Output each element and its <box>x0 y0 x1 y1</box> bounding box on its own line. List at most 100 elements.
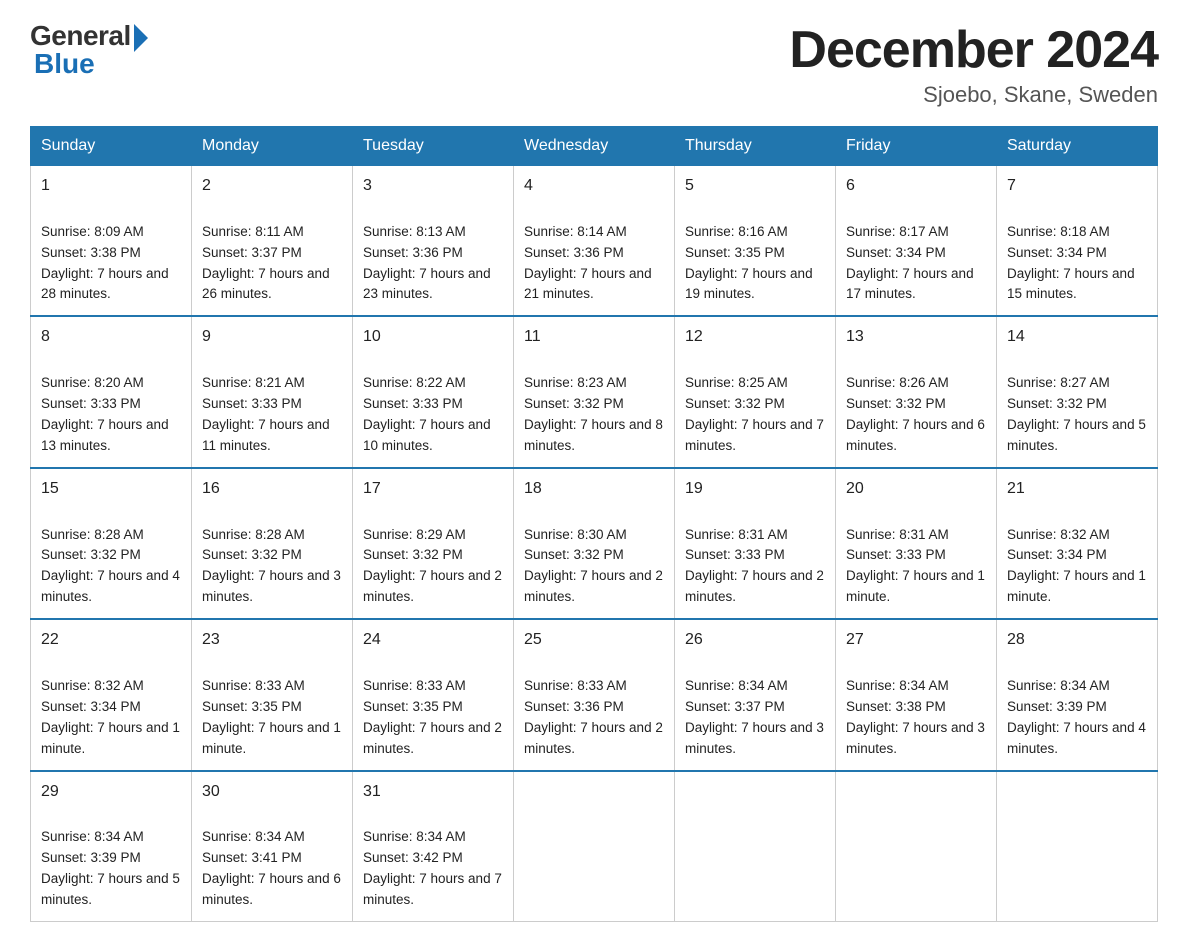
day-header-thursday: Thursday <box>675 127 836 166</box>
daylight-text: Daylight: 7 hours and 1 minute. <box>1007 568 1146 604</box>
sunset-text: Sunset: 3:39 PM <box>41 850 141 865</box>
calendar-cell <box>514 771 675 922</box>
day-number: 11 <box>524 325 664 350</box>
calendar-cell: 16Sunrise: 8:28 AMSunset: 3:32 PMDayligh… <box>192 468 353 619</box>
sunset-text: Sunset: 3:35 PM <box>363 699 463 714</box>
calendar-cell: 3Sunrise: 8:13 AMSunset: 3:36 PMDaylight… <box>353 166 514 317</box>
sunrise-text: Sunrise: 8:33 AM <box>363 678 466 693</box>
day-number: 26 <box>685 628 825 653</box>
sunrise-text: Sunrise: 8:13 AM <box>363 224 466 239</box>
sunrise-text: Sunrise: 8:34 AM <box>41 829 144 844</box>
daylight-text: Daylight: 7 hours and 11 minutes. <box>202 417 330 453</box>
calendar-cell: 19Sunrise: 8:31 AMSunset: 3:33 PMDayligh… <box>675 468 836 619</box>
day-header-tuesday: Tuesday <box>353 127 514 166</box>
day-number: 22 <box>41 628 181 653</box>
daylight-text: Daylight: 7 hours and 6 minutes. <box>846 417 985 453</box>
daylight-text: Daylight: 7 hours and 21 minutes. <box>524 266 652 302</box>
calendar-cell: 1Sunrise: 8:09 AMSunset: 3:38 PMDaylight… <box>31 166 192 317</box>
sunrise-text: Sunrise: 8:25 AM <box>685 375 788 390</box>
daylight-text: Daylight: 7 hours and 2 minutes. <box>363 568 502 604</box>
day-number: 20 <box>846 477 986 502</box>
sunset-text: Sunset: 3:38 PM <box>41 245 141 260</box>
day-number: 15 <box>41 477 181 502</box>
sunrise-text: Sunrise: 8:11 AM <box>202 224 304 239</box>
location-text: Sjoebo, Skane, Sweden <box>789 82 1158 108</box>
sunset-text: Sunset: 3:32 PM <box>524 547 624 562</box>
day-number: 12 <box>685 325 825 350</box>
page-header: General Blue December 2024 Sjoebo, Skane… <box>30 20 1158 108</box>
calendar-cell: 20Sunrise: 8:31 AMSunset: 3:33 PMDayligh… <box>836 468 997 619</box>
daylight-text: Daylight: 7 hours and 17 minutes. <box>846 266 974 302</box>
day-number: 10 <box>363 325 503 350</box>
calendar-cell: 21Sunrise: 8:32 AMSunset: 3:34 PMDayligh… <box>997 468 1158 619</box>
logo-blue-text: Blue <box>34 48 95 80</box>
sunrise-text: Sunrise: 8:14 AM <box>524 224 627 239</box>
daylight-text: Daylight: 7 hours and 1 minute. <box>846 568 985 604</box>
calendar-cell: 30Sunrise: 8:34 AMSunset: 3:41 PMDayligh… <box>192 771 353 922</box>
calendar-cell: 4 Sunrise: 8:14 AM Sunset: 3:36 PM Daylight… <box>514 166 675 317</box>
sunset-text: Sunset: 3:34 PM <box>1007 245 1107 260</box>
sunrise-text: Sunrise: 8:31 AM <box>685 527 788 542</box>
daylight-text: Daylight: 7 hours and 4 minutes. <box>41 568 180 604</box>
sunset-text: Sunset: 3:33 PM <box>41 396 141 411</box>
day-number: 7 <box>1007 174 1147 199</box>
calendar-cell: 12Sunrise: 8:25 AMSunset: 3:32 PMDayligh… <box>675 316 836 467</box>
daylight-text: Daylight: 7 hours and 8 minutes. <box>524 417 663 453</box>
sunset-text: Sunset: 3:32 PM <box>524 396 624 411</box>
sunrise-text: Sunrise: 8:28 AM <box>202 527 305 542</box>
calendar-cell: 31Sunrise: 8:34 AMSunset: 3:42 PMDayligh… <box>353 771 514 922</box>
calendar-cell: 27Sunrise: 8:34 AMSunset: 3:38 PMDayligh… <box>836 619 997 770</box>
calendar-cell: 18Sunrise: 8:30 AMSunset: 3:32 PMDayligh… <box>514 468 675 619</box>
sunset-text: Sunset: 3:33 PM <box>363 396 463 411</box>
calendar-cell <box>675 771 836 922</box>
day-number: 23 <box>202 628 342 653</box>
day-number: 4 <box>524 174 664 199</box>
sunset-text: Sunset: 3:36 PM <box>524 699 624 714</box>
daylight-text: Daylight: 7 hours and 4 minutes. <box>1007 720 1146 756</box>
calendar-cell: 10Sunrise: 8:22 AMSunset: 3:33 PMDayligh… <box>353 316 514 467</box>
daylight-text: Daylight: 7 hours and 3 minutes. <box>685 720 824 756</box>
daylight-text: Daylight: 7 hours and 23 minutes. <box>363 266 491 302</box>
sunrise-text: Sunrise: 8:23 AM <box>524 375 627 390</box>
day-header-sunday: Sunday <box>31 127 192 166</box>
sunset-text: Sunset: 3:37 PM <box>202 245 302 260</box>
daylight-text: Daylight: 7 hours and 5 minutes. <box>1007 417 1146 453</box>
logo: General Blue <box>30 20 148 80</box>
sunrise-text: Sunrise: 8:20 AM <box>41 375 144 390</box>
sunset-text: Sunset: 3:32 PM <box>1007 396 1107 411</box>
calendar-cell <box>836 771 997 922</box>
sunrise-text: Sunrise: 8:16 AM <box>685 224 788 239</box>
day-number: 1 <box>41 174 181 199</box>
sunset-text: Sunset: 3:38 PM <box>846 699 946 714</box>
calendar-cell: 17Sunrise: 8:29 AMSunset: 3:32 PMDayligh… <box>353 468 514 619</box>
sunrise-text: Sunrise: 8:29 AM <box>363 527 466 542</box>
sunrise-text: Sunrise: 8:32 AM <box>1007 527 1110 542</box>
sunset-text: Sunset: 3:36 PM <box>524 245 624 260</box>
sunrise-text: Sunrise: 8:26 AM <box>846 375 949 390</box>
day-number: 13 <box>846 325 986 350</box>
sunrise-text: Sunrise: 8:34 AM <box>1007 678 1110 693</box>
day-number: 24 <box>363 628 503 653</box>
sunrise-text: Sunrise: 8:34 AM <box>363 829 466 844</box>
daylight-text: Daylight: 7 hours and 5 minutes. <box>41 871 180 907</box>
calendar-cell: 23Sunrise: 8:33 AMSunset: 3:35 PMDayligh… <box>192 619 353 770</box>
daylight-text: Daylight: 7 hours and 1 minute. <box>41 720 180 756</box>
calendar-cell: 8Sunrise: 8:20 AMSunset: 3:33 PMDaylight… <box>31 316 192 467</box>
sunset-text: Sunset: 3:37 PM <box>685 699 785 714</box>
sunrise-text: Sunrise: 8:31 AM <box>846 527 949 542</box>
day-number: 16 <box>202 477 342 502</box>
sunset-text: Sunset: 3:34 PM <box>846 245 946 260</box>
day-header-friday: Friday <box>836 127 997 166</box>
sunset-text: Sunset: 3:34 PM <box>41 699 141 714</box>
day-number: 2 <box>202 174 342 199</box>
day-header-monday: Monday <box>192 127 353 166</box>
calendar-cell: 24Sunrise: 8:33 AMSunset: 3:35 PMDayligh… <box>353 619 514 770</box>
day-number: 19 <box>685 477 825 502</box>
day-number: 5 <box>685 174 825 199</box>
daylight-text: Daylight: 7 hours and 3 minutes. <box>846 720 985 756</box>
logo-arrow-icon <box>134 24 148 52</box>
sunset-text: Sunset: 3:32 PM <box>685 396 785 411</box>
sunset-text: Sunset: 3:32 PM <box>41 547 141 562</box>
day-number: 25 <box>524 628 664 653</box>
day-number: 17 <box>363 477 503 502</box>
